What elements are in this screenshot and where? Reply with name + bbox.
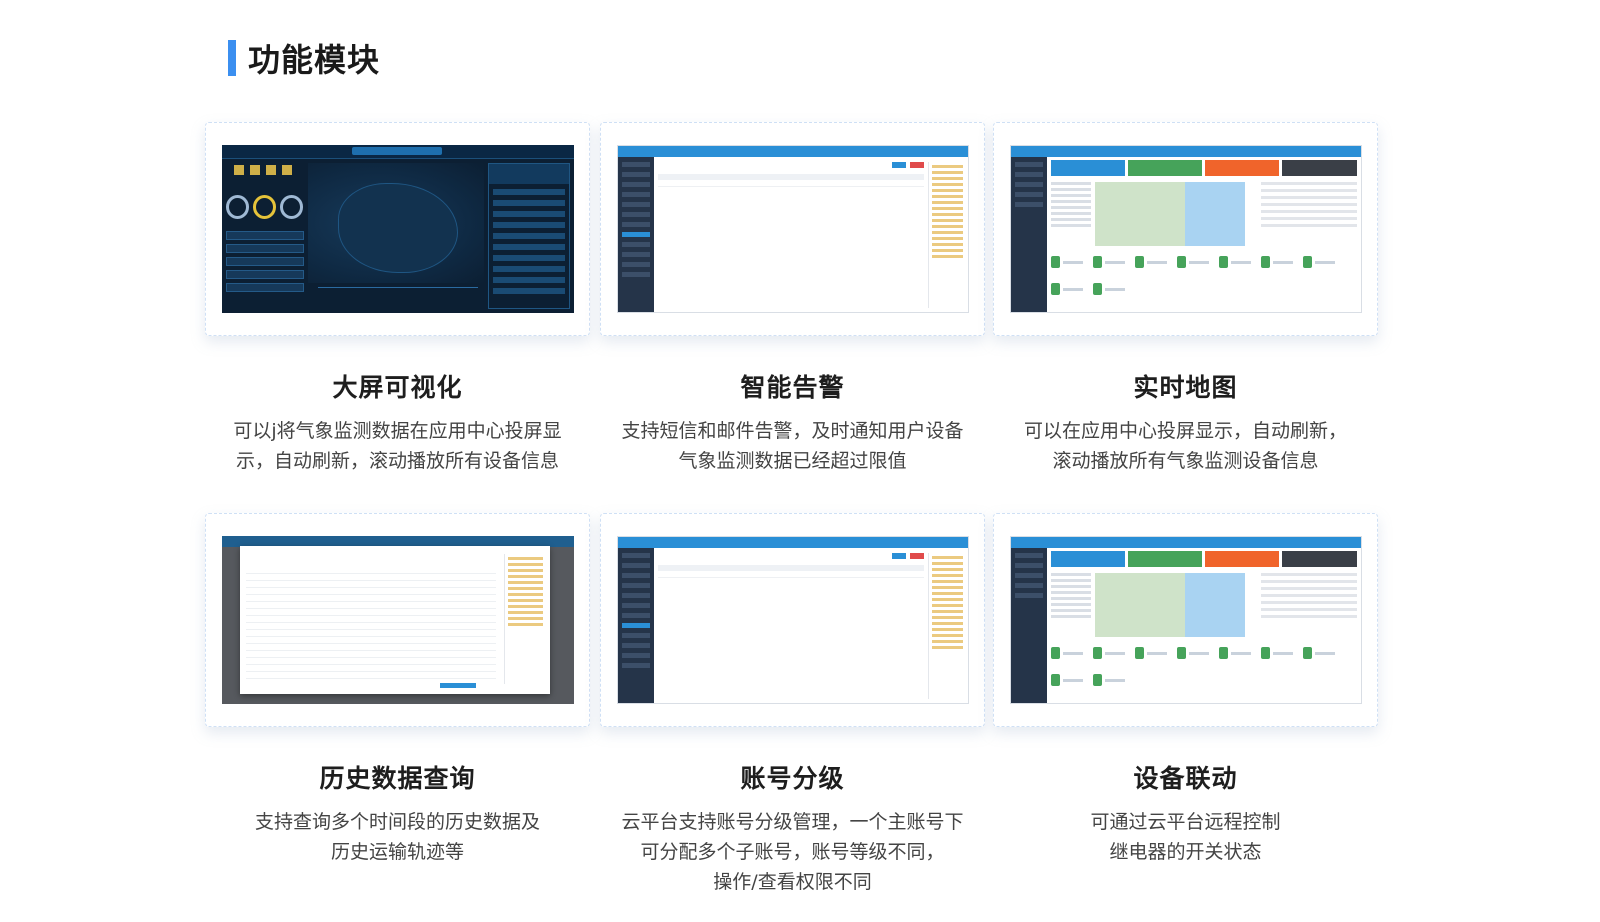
feature-card-big-screen: 大屏可视化 可以j将气象监测数据在应用中心投屏显 示，自动刷新，滚动播放所有设备… <box>205 122 590 476</box>
card-title: 账号分级 <box>740 764 845 793</box>
card-description: 可以在应用中心投屏显示，自动刷新， 滚动播放所有气象监测设备信息 <box>1023 420 1347 472</box>
feature-card-history-query: 历史数据查询 支持查询多个时间段的历史数据及 历史运输轨迹等 <box>205 513 590 867</box>
screenshot-frame <box>600 513 985 727</box>
card-description: 支持短信和邮件告警，及时通知用户设备 气象监测数据已经超过限值 <box>621 420 964 472</box>
card-title: 智能告警 <box>740 373 845 402</box>
stat-tile <box>1050 160 1125 176</box>
card-description: 可通过云平台远程控制 继电器的开关状态 <box>1090 811 1281 863</box>
stat-tile <box>1282 551 1357 567</box>
section-accent-bar <box>228 40 236 76</box>
feature-card-device-linkage: 设备联动 可通过云平台远程控制 继电器的开关状态 <box>993 513 1378 867</box>
card-description: 可以j将气象监测数据在应用中心投屏显 示，自动刷新，滚动播放所有设备信息 <box>233 420 562 472</box>
history-screenshot <box>221 536 574 704</box>
card-title: 大屏可视化 <box>332 373 463 402</box>
feature-card-smart-alarm: 智能告警 支持短信和邮件告警，及时通知用户设备 气象监测数据已经超过限值 <box>600 122 985 476</box>
card-description: 云平台支持账号分级管理，一个主账号下 可分配多个子账号，账号等级不同， 操作/查… <box>621 811 964 893</box>
big-screen-screenshot <box>221 145 574 313</box>
screenshot-frame <box>205 513 590 727</box>
section-header: 功能模块 <box>228 36 380 80</box>
card-title: 历史数据查询 <box>319 764 476 793</box>
feature-card-account-levels: 账号分级 云平台支持账号分级管理，一个主账号下 可分配多个子账号，账号等级不同，… <box>600 513 985 897</box>
card-title: 设备联动 <box>1133 764 1238 793</box>
stat-tile <box>1205 160 1280 176</box>
card-title: 实时地图 <box>1133 373 1238 402</box>
feature-card-realtime-map: 实时地图 可以在应用中心投屏显示，自动刷新， 滚动播放所有气象监测设备信息 <box>993 122 1378 476</box>
screenshot-frame <box>993 513 1378 727</box>
stat-tile <box>1205 551 1280 567</box>
screenshot-frame <box>600 122 985 336</box>
screenshot-frame <box>205 122 590 336</box>
stat-tile <box>1127 160 1202 176</box>
stat-tile <box>1050 551 1125 567</box>
account-screenshot <box>616 536 969 704</box>
stat-tile <box>1282 160 1357 176</box>
alarm-screenshot <box>616 145 969 313</box>
card-description: 支持查询多个时间段的历史数据及 历史运输轨迹等 <box>254 811 540 863</box>
linkage-screenshot <box>1009 536 1362 704</box>
stat-tile <box>1127 551 1202 567</box>
section-title: 功能模块 <box>248 41 381 79</box>
screenshot-frame <box>993 122 1378 336</box>
map-screenshot <box>1009 145 1362 313</box>
